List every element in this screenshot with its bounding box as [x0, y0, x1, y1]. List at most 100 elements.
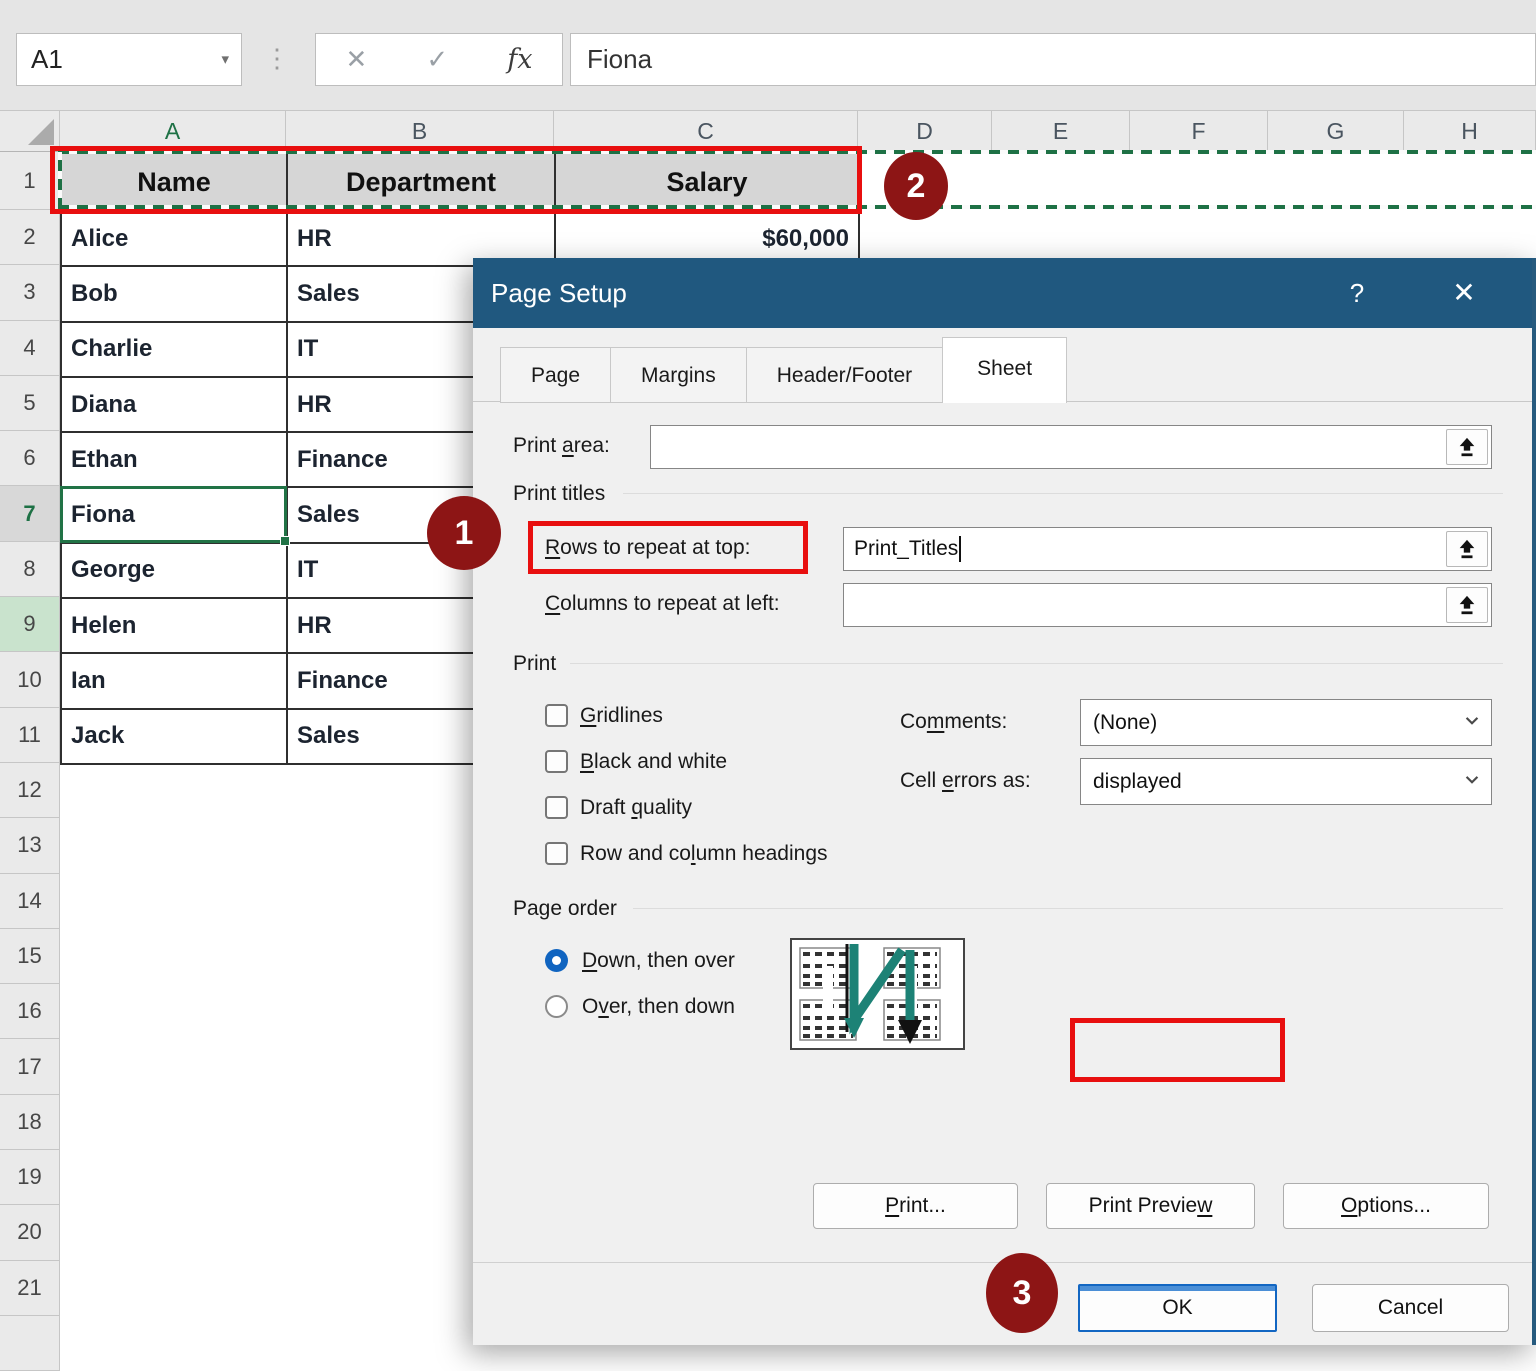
group-divider [570, 663, 1503, 664]
formula-bar-drag-handle-icon: ⋮ [262, 33, 292, 86]
comments-dropdown[interactable]: (None) [1080, 699, 1492, 746]
rows-repeat-field[interactable]: Print_Titles [843, 527, 1492, 571]
cell-a4[interactable]: Charlie [62, 323, 288, 378]
insert-function-icon[interactable]: fx [507, 44, 532, 75]
row-header-20[interactable]: 20 [0, 1205, 60, 1260]
comments-label: Comments: [900, 710, 1007, 734]
row-header-12[interactable]: 12 [0, 763, 60, 818]
dialog-tabs: Page Margins Header/Footer Sheet [500, 345, 1066, 403]
highlight-box-row1 [50, 146, 862, 214]
column-header-h[interactable]: H [1404, 110, 1536, 152]
cols-repeat-field[interactable] [843, 583, 1492, 627]
cancel-entry-icon[interactable]: ✕ [346, 44, 368, 75]
print-area-field[interactable] [650, 425, 1492, 469]
column-header-g[interactable]: G [1268, 110, 1404, 152]
cell-a10[interactable]: Ian [62, 654, 288, 709]
cell-a2[interactable]: Alice [62, 212, 288, 267]
over-then-down-label: Over, then down [582, 995, 735, 1019]
collapse-dialog-icon[interactable] [1446, 531, 1488, 567]
row-header-9[interactable]: 9 [0, 597, 60, 652]
row-header-13[interactable]: 13 [0, 818, 60, 873]
cell-a5[interactable]: Diana [62, 378, 288, 433]
highlight-box-ok [1070, 1018, 1285, 1082]
collapse-dialog-icon[interactable] [1446, 587, 1488, 623]
cell-a9[interactable]: Helen [62, 599, 288, 654]
step-3-badge: 3 [986, 1253, 1058, 1333]
row-header-10[interactable]: 10 [0, 652, 60, 707]
cell-a3[interactable]: Bob [62, 267, 288, 322]
name-box-dropdown-icon[interactable]: ▾ [221, 34, 229, 85]
text-caret [959, 536, 961, 562]
page-order-group-label: Page order [513, 897, 617, 921]
dialog-title: Page Setup [491, 258, 627, 328]
formula-buttons: ✕ ✓ fx [315, 33, 563, 86]
help-icon[interactable]: ? [1332, 258, 1382, 328]
row-header-4[interactable]: 4 [0, 321, 60, 376]
cell-errors-label: Cell errors as: [900, 769, 1031, 793]
row-column-headings-label: Row and column headings [580, 842, 828, 866]
row-header-3[interactable]: 3 [0, 265, 60, 320]
enter-entry-icon[interactable]: ✓ [426, 44, 448, 75]
row-header-8[interactable]: 8 [0, 542, 60, 597]
black-and-white-label: Black and white [580, 750, 727, 774]
draft-quality-checkbox[interactable] [545, 796, 568, 819]
row-header-5[interactable]: 5 [0, 376, 60, 431]
gridlines-label: Gridlines [580, 704, 663, 728]
select-all-triangle-icon [28, 119, 54, 145]
print-preview-button[interactable]: Print Preview [1046, 1183, 1255, 1229]
group-divider [623, 493, 1503, 494]
row-header-19[interactable]: 19 [0, 1150, 60, 1205]
row-header-2[interactable]: 2 [0, 210, 60, 265]
page-order-preview [790, 938, 965, 1050]
column-header-e[interactable]: E [992, 110, 1130, 152]
options-button[interactable]: Options... [1283, 1183, 1489, 1229]
name-box-value: A1 [31, 44, 63, 74]
row-header-21[interactable]: 21 [0, 1261, 60, 1316]
name-box[interactable]: A1 ▾ [16, 33, 242, 86]
row-header-7[interactable]: 7 [0, 486, 60, 541]
row-header-14[interactable]: 14 [0, 874, 60, 929]
column-header-f[interactable]: F [1130, 110, 1268, 152]
active-cell-outline [60, 486, 287, 543]
group-divider [633, 908, 1503, 909]
print-titles-group-label: Print titles [513, 482, 605, 506]
highlight-box-rows-repeat [528, 521, 808, 574]
black-and-white-checkbox[interactable] [545, 750, 568, 773]
print-button[interactable]: Print... [813, 1183, 1018, 1229]
tab-page[interactable]: Page [500, 347, 611, 403]
cell-a11[interactable]: Jack [62, 710, 288, 765]
gridlines-checkbox[interactable] [545, 704, 568, 727]
column-header-d[interactable]: D [858, 110, 992, 152]
tab-header-footer[interactable]: Header/Footer [746, 347, 943, 403]
row-header-11[interactable]: 11 [0, 708, 60, 763]
page-setup-dialog: Page Setup ? ✕ Page Margins Header/Foote… [473, 258, 1536, 1345]
row-column-headings-checkbox[interactable] [545, 842, 568, 865]
over-then-down-radio[interactable] [545, 995, 568, 1018]
down-then-over-label: Down, then over [582, 949, 735, 973]
chevron-down-icon [1459, 707, 1485, 739]
tab-sheet[interactable]: Sheet [942, 337, 1067, 403]
print-area-label: Print area: [513, 434, 610, 458]
print-group-label: Print [513, 652, 556, 676]
down-then-over-radio[interactable] [545, 949, 568, 972]
row-header-17[interactable]: 17 [0, 1039, 60, 1094]
step-1-badge: 1 [427, 496, 501, 570]
row-header-22[interactable] [0, 1316, 60, 1371]
cols-repeat-label: Columns to repeat at left: [545, 592, 780, 616]
cancel-button[interactable]: Cancel [1312, 1284, 1509, 1332]
ok-button[interactable]: OK [1078, 1284, 1277, 1332]
close-icon[interactable]: ✕ [1436, 258, 1492, 328]
row-header-6[interactable]: 6 [0, 431, 60, 486]
cell-a6[interactable]: Ethan [62, 433, 288, 488]
tab-margins[interactable]: Margins [610, 347, 747, 403]
collapse-dialog-icon[interactable] [1446, 429, 1488, 465]
row-header-18[interactable]: 18 [0, 1095, 60, 1150]
formula-bar-input[interactable]: Fiona [570, 33, 1536, 86]
row-header-16[interactable]: 16 [0, 984, 60, 1039]
row-header-strip: 1 2 3 4 5 6 7 8 9 10 11 12 13 14 15 16 1… [0, 152, 60, 1371]
cell-errors-dropdown[interactable]: displayed [1080, 758, 1492, 805]
cell-a8[interactable]: George [62, 544, 288, 599]
dialog-title-bar[interactable]: Page Setup ? ✕ [473, 258, 1532, 328]
fill-handle[interactable] [280, 536, 290, 546]
row-header-15[interactable]: 15 [0, 929, 60, 984]
